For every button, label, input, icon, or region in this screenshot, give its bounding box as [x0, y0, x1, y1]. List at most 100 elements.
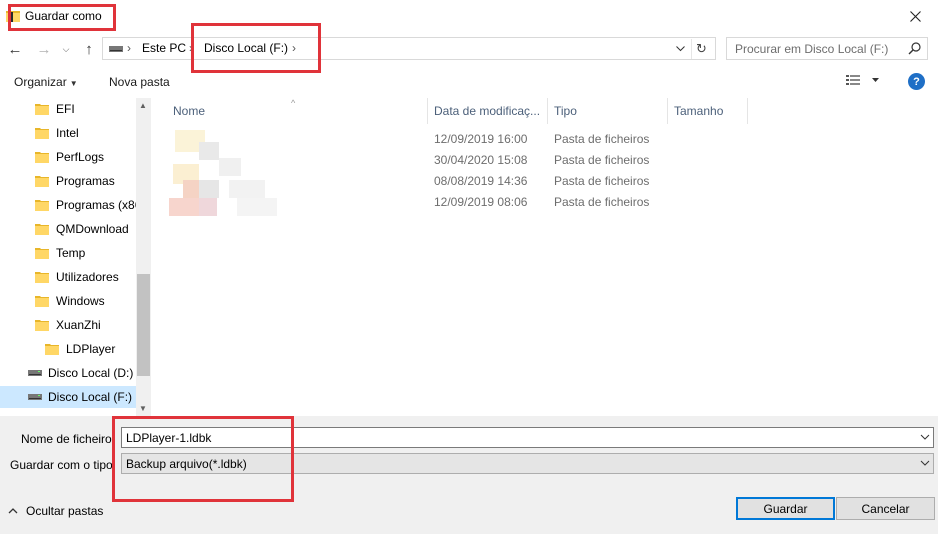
cancel-button[interactable]: Cancelar: [836, 497, 935, 520]
search-input[interactable]: Procurar em Disco Local (F:): [726, 37, 928, 60]
arrow-left-icon: ←: [7, 40, 23, 58]
window-title: Guardar como: [25, 9, 102, 23]
file-date: 08/08/2019 14:36: [434, 174, 528, 188]
nav-tree-item[interactable]: Disco Local (D:): [0, 362, 137, 384]
refresh-icon: ↻: [696, 41, 707, 56]
nav-tree-item[interactable]: PerfLogs: [0, 146, 137, 168]
nav-tree-label: Disco Local (D:): [48, 366, 134, 380]
folder-icon: [35, 296, 49, 307]
nav-tree-label: PerfLogs: [56, 150, 105, 164]
filetype-label: Guardar com o tipo:: [10, 458, 117, 472]
refresh-button[interactable]: ↻: [691, 39, 711, 59]
new-folder-button[interactable]: Nova pasta: [109, 75, 170, 89]
organize-menu[interactable]: Organizar ▼: [14, 75, 78, 89]
nav-tree-label: Programas: [56, 174, 115, 188]
nav-tree-item[interactable]: Intel: [0, 122, 137, 144]
folder-icon: [35, 200, 49, 211]
file-row[interactable]: 12/09/2019 08:06 Pasta de ficheiros: [153, 192, 753, 213]
scrollbar-thumb[interactable]: [137, 274, 150, 376]
address-bar[interactable]: › Este PC › Disco Local (F:) › ↻: [102, 37, 716, 60]
folder-icon: [35, 176, 49, 187]
file-type: Pasta de ficheiros: [554, 195, 650, 209]
nav-tree-label: Disco Local (F:): [48, 390, 133, 404]
hide-folders-toggle[interactable]: Ocultar pastas: [8, 504, 103, 518]
folder-icon: [35, 128, 49, 139]
nav-tree-item[interactable]: Programas (x86): [0, 194, 137, 216]
search-placeholder: Procurar em Disco Local (F:): [735, 42, 889, 56]
folder-icon: [35, 248, 49, 259]
save-options-panel: Nome de ficheiro: LDPlayer-1.ldbk Guarda…: [0, 416, 938, 534]
filetype-value: Backup arquivo(*.ldbk): [126, 457, 247, 471]
column-name-label: Nome: [173, 104, 206, 118]
navigation-scrollbar[interactable]: ▲ ▼: [136, 98, 151, 416]
file-type: Pasta de ficheiros: [554, 174, 650, 188]
change-view-button[interactable]: [846, 74, 882, 89]
forward-button[interactable]: →: [33, 38, 55, 60]
file-row[interactable]: 08/08/2019 14:36 Pasta de ficheiros: [153, 171, 753, 192]
nav-tree-label: Temp: [56, 246, 86, 260]
nav-tree-item[interactable]: XuanZhi: [0, 314, 137, 336]
drive-icon: [28, 394, 42, 400]
file-row[interactable]: 12/09/2019 16:00 Pasta de ficheiros: [153, 129, 753, 150]
breadcrumb-separator: ›: [292, 41, 296, 55]
file-row[interactable]: 30/04/2020 15:08 Pasta de ficheiros: [153, 150, 753, 171]
chevron-down-icon[interactable]: [920, 431, 930, 443]
organize-label: Organizar: [14, 75, 67, 89]
nav-tree-label: XuanZhi: [56, 318, 101, 332]
up-button[interactable]: ↑: [78, 38, 100, 60]
folder-icon: [35, 224, 49, 235]
drive-icon: [28, 370, 42, 376]
address-dropdown-button[interactable]: [672, 40, 688, 58]
nav-tree-item[interactable]: Programas: [0, 170, 137, 192]
close-button[interactable]: [892, 0, 938, 32]
chevron-up-icon: [8, 508, 18, 514]
file-date: 12/09/2019 08:06: [434, 195, 528, 209]
back-button[interactable]: ←: [4, 38, 26, 60]
hide-folders-label: Ocultar pastas: [26, 504, 104, 518]
caret-down-icon: ▼: [69, 79, 78, 88]
nav-tree-label: EFI: [56, 102, 75, 116]
title-bar: Guardar como: [0, 0, 938, 32]
nav-tree-item[interactable]: EFI: [0, 98, 137, 120]
arrow-right-icon: →: [36, 40, 52, 58]
folder-icon: [6, 11, 20, 22]
navigation-bar: ← → ⌵ ↑ › Este PC › Disco Local (F:) › ↻…: [0, 36, 938, 62]
nav-tree-label: LDPlayer: [66, 342, 116, 356]
recent-locations-button[interactable]: ⌵: [58, 38, 74, 60]
column-header-size[interactable]: Tamanho: [668, 98, 748, 124]
chevron-down-icon: ⌵: [62, 43, 70, 54]
save-button[interactable]: Guardar: [736, 497, 835, 520]
column-header-type[interactable]: Tipo: [548, 98, 668, 124]
breadcrumb-separator: ›: [189, 41, 193, 55]
navigation-pane: EFI Intel PerfLogs Programas Programas (x86)…: [0, 98, 151, 416]
chevron-down-icon: [675, 46, 685, 52]
nav-tree-item[interactable]: Utilizadores: [0, 266, 137, 288]
file-type: Pasta de ficheiros: [554, 132, 650, 146]
filename-field[interactable]: LDPlayer-1.ldbk: [121, 427, 934, 448]
chevron-down-icon: [920, 460, 930, 466]
close-icon: [909, 10, 921, 22]
breadcrumb-disco-local-f[interactable]: Disco Local (F:): [204, 41, 288, 55]
scroll-up-icon[interactable]: ▲: [139, 101, 147, 110]
nav-tree-label: Windows: [56, 294, 105, 308]
nav-tree-item[interactable]: Windows: [0, 290, 137, 312]
help-button[interactable]: ?: [908, 73, 925, 90]
breadcrumb-este-pc[interactable]: Este PC: [142, 41, 186, 55]
arrow-up-icon: ↑: [85, 40, 93, 58]
file-date: 30/04/2020 15:08: [434, 153, 528, 167]
search-icon: [908, 42, 921, 55]
file-type: Pasta de ficheiros: [554, 153, 650, 167]
filetype-select[interactable]: Backup arquivo(*.ldbk): [121, 453, 934, 474]
nav-tree-item[interactable]: Disco Local (F:): [0, 386, 137, 408]
nav-tree-item[interactable]: Temp: [0, 242, 137, 264]
column-header-name[interactable]: Nome ^: [167, 98, 428, 124]
column-header-date[interactable]: Data de modificaç...: [428, 98, 548, 124]
nav-tree-item[interactable]: QMDownload: [0, 218, 137, 240]
nav-tree-label: Utilizadores: [56, 270, 119, 284]
folder-icon: [35, 104, 49, 115]
sort-up-icon: ^: [291, 98, 296, 108]
nav-tree-label: Programas (x86): [56, 198, 137, 212]
scroll-down-icon[interactable]: ▼: [139, 404, 147, 413]
nav-tree-item[interactable]: LDPlayer: [0, 338, 137, 360]
folder-icon: [35, 152, 49, 163]
